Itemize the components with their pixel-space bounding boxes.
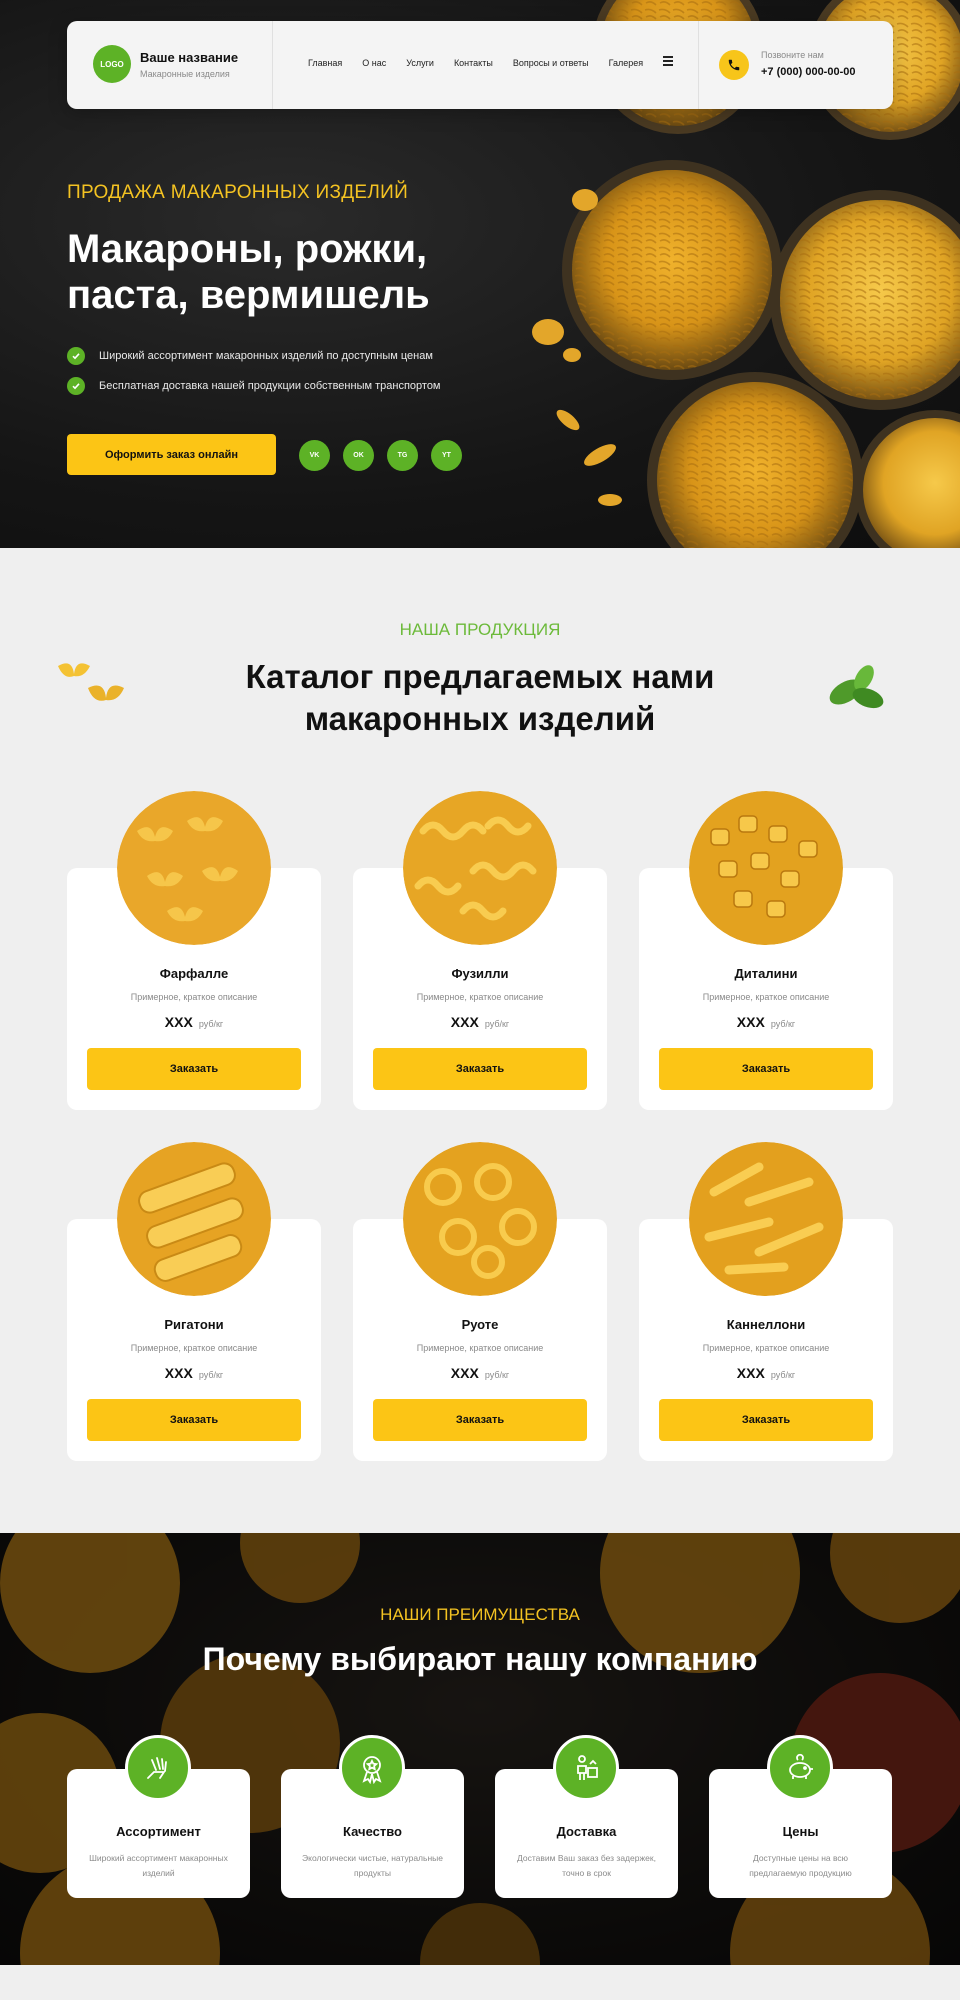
product-price: XXX руб/кг — [353, 1365, 607, 1383]
phone-number[interactable]: +7 (000) 000-00-00 — [761, 66, 855, 78]
advantage-description: Доступные цены на всю предлагаемую проду… — [749, 1853, 852, 1878]
site-header: LOGO Ваше название Макаронные изделия Гл… — [67, 21, 893, 109]
hero-title: Макароны, рожки, паста, вермишель — [67, 226, 517, 318]
product-description: Примерное, краткое описание — [702, 992, 830, 1002]
order-button[interactable]: Заказать — [659, 1048, 873, 1090]
catalog-kicker: НАША ПРОДУКЦИЯ — [399, 620, 561, 639]
price-unit: руб/кг — [198, 1370, 224, 1380]
advantage-name: Цены — [782, 1824, 819, 1839]
advantage-description: Доставим Ваш заказ без задержек, точно в… — [517, 1853, 656, 1878]
advantage-description: Экологически чистые, натуральные продукт… — [302, 1853, 443, 1878]
hands-icon — [125, 1735, 191, 1801]
product-price: XXX руб/кг — [67, 1014, 321, 1032]
price-value: XXX — [450, 1365, 479, 1381]
call-label: Позвоните нам — [761, 50, 824, 60]
advantages-section: НАШИ ПРЕИМУЩЕСТВА Почему выбирают нашу к… — [0, 1533, 960, 1965]
price-value: XXX — [164, 1365, 193, 1381]
product-description: Примерное, краткое описание — [416, 992, 544, 1002]
advantage-name: Доставка — [556, 1824, 617, 1839]
price-value: XXX — [164, 1014, 193, 1030]
order-button[interactable]: Заказать — [659, 1399, 873, 1441]
price-value: XXX — [736, 1014, 765, 1030]
product-price: XXX руб/кг — [67, 1365, 321, 1383]
telegram-icon[interactable]: TG — [387, 440, 418, 471]
rigatoni-image — [117, 1142, 271, 1296]
price-value: XXX — [736, 1365, 765, 1381]
hero-bullet-text: Широкий ассортимент макаронных изделий п… — [99, 350, 433, 362]
catalog-section: НАША ПРОДУКЦИЯ Каталог предлагаемых нами… — [0, 548, 960, 1533]
hero-bullet-text: Бесплатная доставка нашей продукции собс… — [99, 380, 441, 392]
product-name: Ригатони — [164, 1317, 224, 1332]
product-price: XXX руб/кг — [639, 1365, 893, 1383]
catalog-title-line2: макаронных изделий — [304, 700, 656, 737]
footer-strip — [0, 1965, 960, 2000]
hero-bullet: Бесплатная доставка нашей продукции собс… — [67, 377, 441, 395]
hero-section: LOGO Ваше название Макаронные изделия Гл… — [0, 0, 960, 548]
catalog-title: Каталог предлагаемых нами макаронных изд… — [0, 656, 960, 740]
ditalini-image — [689, 791, 843, 945]
product-description: Примерное, краткое описание — [130, 1343, 258, 1353]
order-button[interactable]: Заказать — [87, 1399, 301, 1441]
order-button[interactable]: Заказать — [87, 1048, 301, 1090]
product-description: Примерное, краткое описание — [416, 1343, 544, 1353]
cannelloni-image — [689, 1142, 843, 1296]
nav-link-gallery[interactable]: Галерея — [609, 58, 644, 68]
hero-title-line2: паста, вермишель — [67, 273, 430, 317]
medal-icon — [339, 1735, 405, 1801]
main-nav: Главная О нас Услуги Контакты Вопросы и … — [308, 58, 643, 68]
header-divider — [272, 21, 273, 109]
order-online-button[interactable]: Оформить заказ онлайн — [67, 434, 276, 475]
header-divider — [698, 21, 699, 109]
farfalle-image — [117, 791, 271, 945]
price-unit: руб/кг — [484, 1370, 510, 1380]
courier-icon — [553, 1735, 619, 1801]
advantage-description: Широкий ассортимент макаронных изделий — [89, 1853, 228, 1878]
price-unit: руб/кг — [484, 1019, 510, 1029]
order-button[interactable]: Заказать — [373, 1399, 587, 1441]
phone-icon[interactable] — [719, 50, 749, 80]
advantages-kicker: НАШИ ПРЕИМУЩЕСТВА — [380, 1605, 580, 1624]
price-unit: руб/кг — [770, 1370, 796, 1380]
nav-link-services[interactable]: Услуги — [406, 58, 434, 68]
youtube-icon[interactable]: YT — [431, 440, 462, 471]
price-value: XXX — [450, 1014, 479, 1030]
hero-title-line1: Макароны, рожки, — [67, 227, 428, 271]
product-price: XXX руб/кг — [639, 1014, 893, 1032]
fusilli-image — [403, 791, 557, 945]
nav-link-about[interactable]: О нас — [362, 58, 386, 68]
hero-bullet: Широкий ассортимент макаронных изделий п… — [67, 347, 433, 365]
product-name: Каннеллони — [726, 1317, 806, 1332]
product-name: Фузилли — [451, 966, 509, 981]
advantage-name: Качество — [343, 1824, 402, 1839]
hero-kicker: ПРОДАЖА МАКАРОННЫХ ИЗДЕЛИЙ — [67, 182, 409, 203]
product-name: Руоте — [461, 1317, 499, 1332]
vk-icon[interactable]: VK — [299, 440, 330, 471]
order-button[interactable]: Заказать — [373, 1048, 587, 1090]
advantages-title: Почему выбирают нашу компанию — [202, 1641, 758, 1677]
price-unit: руб/кг — [770, 1019, 796, 1029]
catalog-title-line1: Каталог предлагаемых нами — [245, 658, 715, 695]
brand-subtitle: Макаронные изделия — [140, 69, 230, 79]
check-icon — [67, 377, 85, 395]
nav-link-faq[interactable]: Вопросы и ответы — [513, 58, 589, 68]
product-price: XXX руб/кг — [353, 1014, 607, 1032]
ruote-image — [403, 1142, 557, 1296]
product-name: Диталини — [734, 966, 798, 981]
nav-link-home[interactable]: Главная — [308, 58, 342, 68]
check-icon — [67, 347, 85, 365]
product-name: Фарфалле — [159, 966, 229, 981]
price-unit: руб/кг — [198, 1019, 224, 1029]
ok-icon[interactable]: OK — [343, 440, 374, 471]
product-description: Примерное, краткое описание — [702, 1343, 830, 1353]
nav-link-contacts[interactable]: Контакты — [454, 58, 493, 68]
logo[interactable]: LOGO — [93, 45, 131, 83]
product-description: Примерное, краткое описание — [130, 992, 258, 1002]
brand-name: Ваше название — [140, 50, 239, 65]
piggy-bank-icon — [767, 1735, 833, 1801]
menu-icon[interactable] — [663, 56, 673, 66]
advantage-name: Ассортимент — [116, 1824, 201, 1839]
